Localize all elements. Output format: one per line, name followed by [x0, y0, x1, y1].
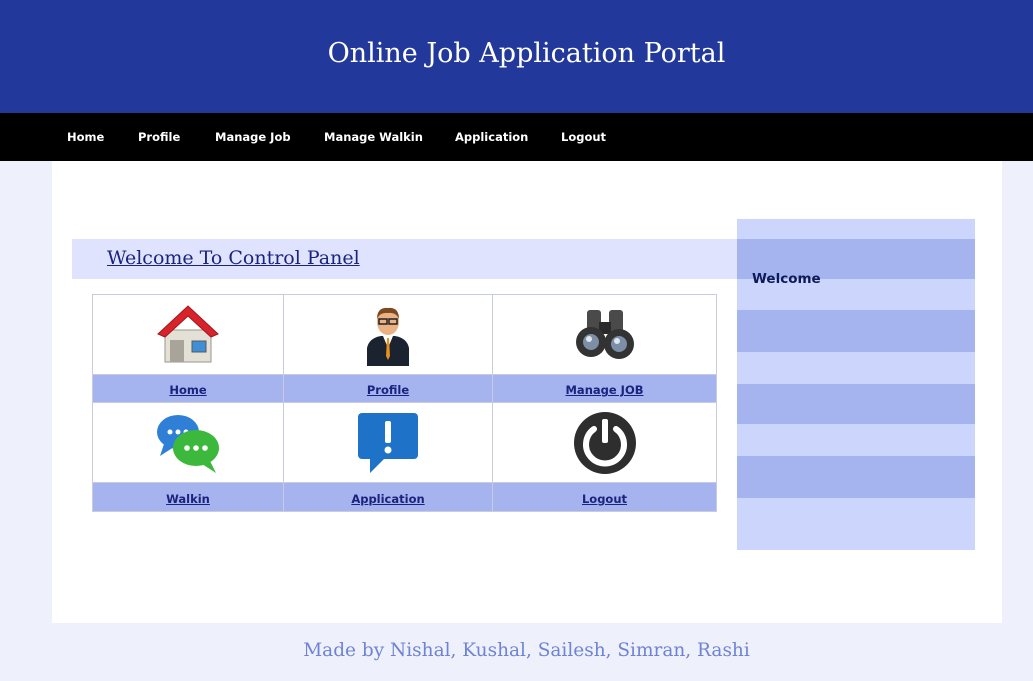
- tile-profile-link[interactable]: Profile: [367, 383, 409, 397]
- binoculars-icon[interactable]: [573, 310, 637, 360]
- sidebar-stripe: [737, 456, 975, 498]
- sidebar-stripe: [737, 384, 975, 424]
- nav-manage-walkin[interactable]: Manage Walkin: [324, 113, 423, 161]
- sidebar-stripe: [737, 498, 975, 550]
- sidebar-welcome: Welcome: [752, 271, 821, 287]
- sidebar-stripe: [737, 310, 975, 352]
- tile-manage-job[interactable]: [492, 294, 717, 375]
- tile-home-label-cell: Home: [92, 373, 284, 404]
- footer-credits: Made by Nishal, Kushal, Sailesh, Simran,…: [303, 640, 750, 661]
- tile-walkin-link[interactable]: Walkin: [166, 492, 210, 506]
- control-panel-grid: Home Profile Manage JOB Walkin Applicati…: [92, 294, 717, 512]
- tile-home[interactable]: [92, 294, 284, 375]
- businessman-icon[interactable]: [363, 308, 413, 367]
- tile-home-link[interactable]: Home: [169, 383, 206, 397]
- site-title: Online Job Application Portal: [327, 38, 726, 69]
- nav-logout[interactable]: Logout: [561, 113, 606, 161]
- tile-walkin[interactable]: [92, 402, 284, 484]
- sidebar-stripe: [737, 424, 975, 456]
- nav-manage-job[interactable]: Manage Job: [215, 113, 291, 161]
- tile-manage-job-link[interactable]: Manage JOB: [565, 383, 643, 397]
- nav-application[interactable]: Application: [455, 113, 528, 161]
- tile-walkin-label-cell: Walkin: [92, 482, 284, 512]
- exclamation-bubble-icon[interactable]: [356, 412, 420, 473]
- tile-logout-label-cell: Logout: [492, 482, 717, 512]
- tile-profile[interactable]: [283, 294, 493, 375]
- chat-bubbles-icon[interactable]: [154, 414, 222, 473]
- top-navbar: Home Profile Manage Job Manage Walkin Ap…: [0, 113, 1033, 161]
- tile-manage-job-label-cell: Manage JOB: [492, 373, 717, 404]
- tile-application-label-cell: Application: [283, 482, 493, 512]
- sidebar-stripe: [737, 352, 975, 384]
- sidebar: Welcome: [737, 219, 975, 550]
- tile-logout[interactable]: [492, 402, 717, 484]
- sidebar-stripe: [737, 219, 975, 239]
- house-icon[interactable]: [155, 305, 221, 363]
- tile-logout-link[interactable]: Logout: [582, 492, 627, 506]
- nav-home[interactable]: Home: [67, 113, 104, 161]
- tile-application-link[interactable]: Application: [351, 492, 424, 506]
- tile-profile-label-cell: Profile: [283, 373, 493, 404]
- nav-profile[interactable]: Profile: [138, 113, 180, 161]
- site-header: Online Job Application Portal: [0, 0, 1033, 113]
- page-title: Welcome To Control Panel: [107, 247, 360, 269]
- tile-application[interactable]: [283, 402, 493, 484]
- power-icon[interactable]: [573, 411, 637, 474]
